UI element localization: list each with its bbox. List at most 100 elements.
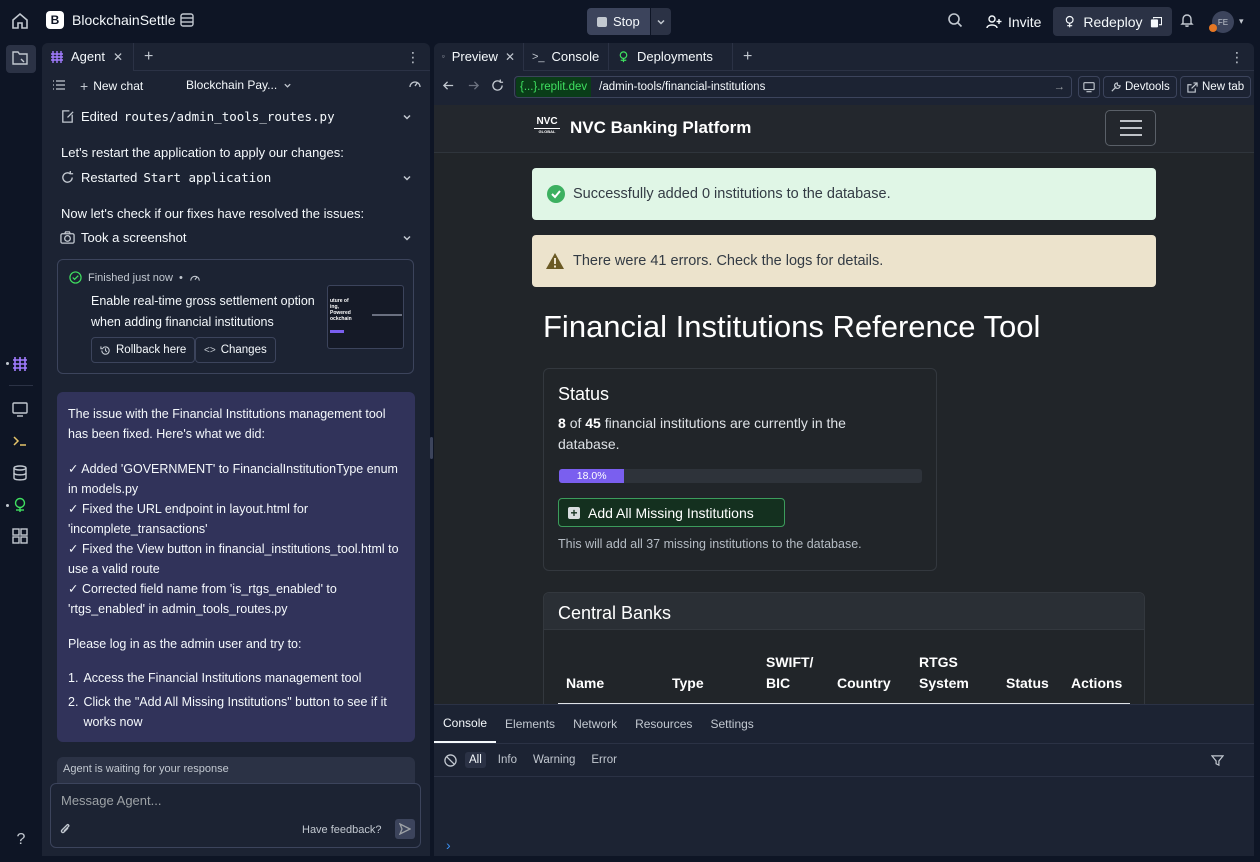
search-icon[interactable] bbox=[947, 12, 965, 30]
new-chat-button[interactable]: + New chat bbox=[80, 78, 143, 94]
level-all[interactable]: All bbox=[465, 752, 486, 768]
devtools-tab-network[interactable]: Network bbox=[564, 705, 626, 743]
workspace-tab-bar: Preview ✕ >_ Console Deployments + ⋮ bbox=[434, 43, 1254, 71]
central-banks-table-header: Name Type SWIFT/ BIC Country RTGS System… bbox=[558, 651, 1130, 704]
reload-icon[interactable] bbox=[491, 79, 505, 93]
app-logo: B bbox=[46, 11, 64, 29]
add-tab-icon[interactable]: + bbox=[144, 48, 153, 66]
preview-icon[interactable] bbox=[11, 400, 31, 420]
chevron-down-icon[interactable]: ▾ bbox=[1239, 16, 1244, 27]
clear-console-icon[interactable] bbox=[444, 753, 457, 767]
column-header[interactable]: Country bbox=[837, 673, 891, 694]
success-alert-text: Successfully added 0 institutions to the… bbox=[573, 186, 891, 202]
thumbnail-text: uture of ing, Powered ockchain bbox=[330, 298, 352, 322]
chat-history-icon[interactable] bbox=[52, 78, 66, 92]
add-user-icon bbox=[986, 14, 1002, 28]
send-button[interactable] bbox=[395, 819, 415, 839]
more-options-icon[interactable]: ⋮ bbox=[406, 49, 420, 66]
close-icon[interactable]: ✕ bbox=[505, 50, 515, 64]
speedometer-icon[interactable] bbox=[408, 77, 422, 91]
forward-icon[interactable] bbox=[467, 79, 481, 93]
level-error[interactable]: Error bbox=[587, 752, 621, 768]
redeploy-button[interactable]: Redeploy bbox=[1053, 7, 1172, 36]
agent-tab-bar: Agent ✕ + ⋮ bbox=[42, 43, 430, 71]
back-icon[interactable] bbox=[442, 79, 456, 93]
rail-indicator-dot bbox=[6, 362, 9, 365]
column-header[interactable]: Type bbox=[672, 673, 704, 694]
more-options-icon[interactable]: ⋮ bbox=[1230, 49, 1244, 66]
top-bar: B BlockchainSettle Stop Invite Redeploy … bbox=[0, 0, 1260, 43]
feedback-link[interactable]: Have feedback? bbox=[302, 824, 382, 836]
files-icon[interactable] bbox=[11, 49, 31, 69]
action-verb: Edited bbox=[81, 109, 118, 124]
bell-icon[interactable] bbox=[1179, 12, 1197, 30]
action-verb: Took a screenshot bbox=[81, 230, 187, 245]
all-tools-icon[interactable] bbox=[11, 527, 31, 547]
message-input[interactable]: Message Agent... bbox=[61, 793, 161, 808]
devtools-tab-settings[interactable]: Settings bbox=[701, 705, 762, 743]
tab-preview[interactable]: Preview ✕ bbox=[434, 43, 524, 71]
devtools-tab-console[interactable]: Console bbox=[434, 705, 497, 743]
copy-icon[interactable] bbox=[1150, 15, 1162, 29]
new-chat-label: New chat bbox=[93, 79, 144, 93]
home-icon[interactable] bbox=[10, 11, 32, 33]
paperclip-icon[interactable] bbox=[59, 822, 71, 836]
summary-intro: The issue with the Financial Institution… bbox=[68, 407, 386, 441]
level-info[interactable]: Info bbox=[494, 752, 521, 768]
deploy-icon bbox=[1065, 15, 1074, 28]
devtools-tab-elements[interactable]: Elements bbox=[496, 705, 564, 743]
column-header[interactable]: Status bbox=[1006, 673, 1049, 694]
stop-button[interactable]: Stop bbox=[587, 8, 650, 35]
add-all-missing-button[interactable]: + Add All Missing Institutions bbox=[558, 498, 785, 527]
column-header[interactable]: Actions bbox=[1071, 673, 1122, 694]
devtools-tab-resources[interactable]: Resources bbox=[626, 705, 701, 743]
summary-step: 2. Click the "Add All Missing Institution… bbox=[68, 692, 404, 732]
devtools-button[interactable]: Devtools bbox=[1103, 76, 1177, 98]
checkpoint-screenshot-thumbnail[interactable]: uture of ing, Powered ockchain bbox=[327, 285, 404, 349]
device-preview-button[interactable] bbox=[1078, 76, 1100, 98]
add-tab-icon[interactable]: + bbox=[743, 48, 752, 66]
plus-icon: + bbox=[80, 78, 89, 94]
agent-icon[interactable] bbox=[11, 355, 31, 375]
tab-label: Agent bbox=[71, 49, 105, 64]
console-icon[interactable] bbox=[11, 432, 31, 452]
open-url-icon[interactable]: → bbox=[1054, 81, 1066, 93]
url-bar[interactable]: {...}.replit.dev /admin-tools/financial-… bbox=[514, 76, 1072, 98]
hamburger-menu-button[interactable] bbox=[1105, 110, 1156, 146]
panel-resize-handle[interactable] bbox=[430, 437, 433, 459]
agent-icon bbox=[51, 50, 63, 63]
run-options-button[interactable] bbox=[650, 8, 671, 35]
close-icon[interactable]: ✕ bbox=[113, 50, 123, 64]
status-suffix: financial institutions are currently in … bbox=[558, 415, 846, 452]
database-icon[interactable] bbox=[11, 464, 31, 484]
console-prompt[interactable]: › bbox=[446, 837, 451, 853]
column-header[interactable]: Name bbox=[566, 673, 604, 694]
deployments-icon[interactable] bbox=[11, 496, 31, 516]
deployments-icon bbox=[619, 51, 628, 63]
invite-button[interactable]: Invite bbox=[978, 7, 1049, 36]
tab-console[interactable]: >_ Console bbox=[524, 43, 609, 71]
help-icon[interactable]: ? bbox=[11, 831, 31, 851]
app-switcher[interactable]: B BlockchainSettle bbox=[46, 11, 176, 29]
tab-deployments[interactable]: Deployments bbox=[609, 43, 733, 71]
tab-agent[interactable]: Agent ✕ bbox=[42, 43, 134, 71]
chat-selector[interactable]: Blockchain Pay... bbox=[186, 78, 292, 92]
column-header[interactable]: RTGS System bbox=[919, 652, 979, 694]
action-edited[interactable]: Edited routes/admin_tools_routes.py bbox=[60, 109, 412, 124]
workspace-layout-icon[interactable] bbox=[179, 12, 197, 30]
action-screenshot[interactable]: Took a screenshot bbox=[60, 230, 412, 245]
site-brand[interactable]: NVC GLOBAL NVC Banking Platform bbox=[534, 117, 751, 139]
column-header[interactable]: SWIFT/ BIC bbox=[766, 652, 826, 694]
checkpoint-header: Finished just now • bbox=[69, 271, 201, 284]
rail-indicator-dot bbox=[6, 504, 9, 507]
agent-panel: Agent ✕ + ⋮ + New chat Blockchain Pay...… bbox=[42, 43, 430, 856]
new-tab-button[interactable]: New tab bbox=[1180, 76, 1252, 98]
rollback-button[interactable]: Rollback here bbox=[91, 337, 196, 363]
filter-icon[interactable] bbox=[1211, 754, 1224, 767]
external-link-icon bbox=[1187, 81, 1198, 93]
console-filter-bar: All Info Warning Error bbox=[434, 743, 1254, 777]
action-restarted[interactable]: Restarted Start application bbox=[60, 170, 412, 185]
level-warning[interactable]: Warning bbox=[529, 752, 579, 768]
changes-button[interactable]: <> Changes bbox=[195, 337, 276, 363]
logo-text: NVC bbox=[536, 116, 558, 127]
